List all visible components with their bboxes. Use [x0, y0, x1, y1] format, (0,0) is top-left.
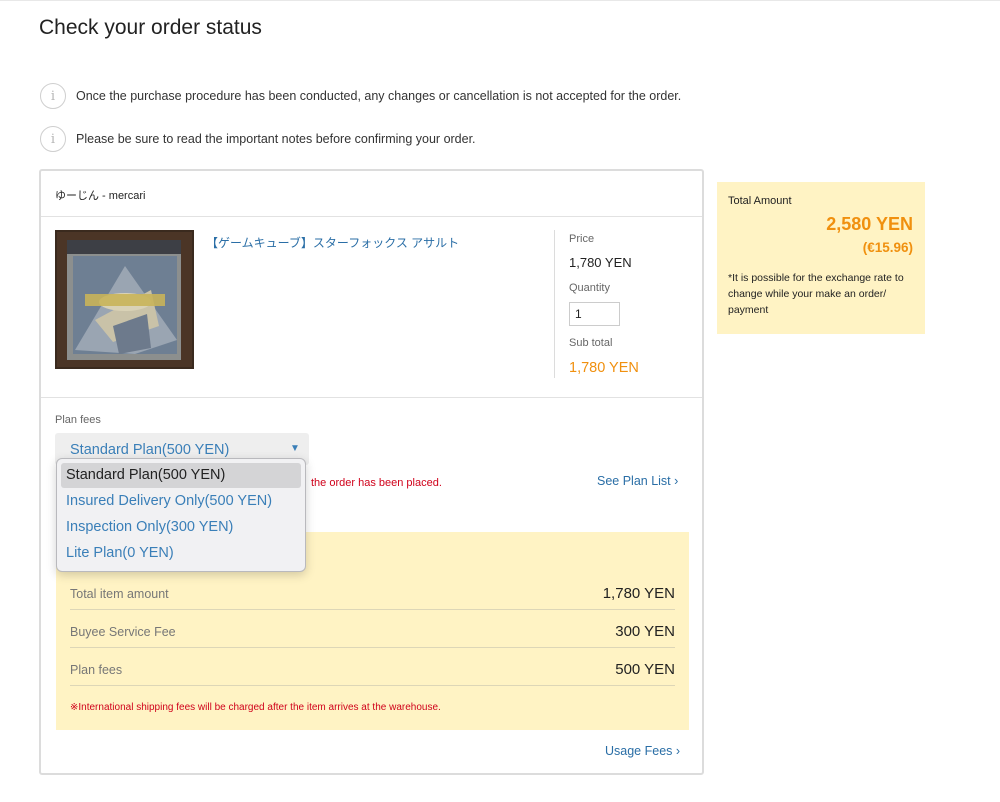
summary-row-value: 1,780 YEN [602, 585, 675, 602]
plan-option-lite[interactable]: Lite Plan(0 YEN) [61, 541, 301, 566]
product-image[interactable] [55, 230, 194, 369]
summary-row-label: Buyee Service Fee [70, 625, 176, 639]
summary-row: Plan fees 500 YEN [70, 648, 675, 686]
price-value: 1,780 YEN [569, 255, 632, 270]
notice-read-notes: i Please be sure to read the important n… [40, 126, 476, 152]
price-divider [554, 230, 555, 378]
exchange-rate-note: *It is possible for the exchange rate to… [728, 272, 904, 316]
seller-name: ゆーじん - mercari [55, 190, 146, 202]
top-divider [0, 0, 1000, 1]
subtotal-value: 1,780 YEN [569, 360, 639, 376]
notice-no-changes: i Once the purchase procedure has been c… [40, 83, 681, 109]
product-title-link[interactable]: 【ゲームキューブ】スターフォックス アサルト [206, 234, 459, 251]
plan-option-inspection[interactable]: Inspection Only(300 YEN) [61, 515, 301, 540]
shipping-fee-note: ※International shipping fees will be cha… [70, 702, 441, 713]
notice-text: Please be sure to read the important not… [76, 132, 476, 146]
summary-row-value: 500 YEN [615, 661, 675, 678]
plan-dropdown-menu: Standard Plan(500 YEN) Insured Delivery … [56, 458, 306, 572]
chevron-down-icon: ▼ [290, 443, 300, 454]
see-plan-list-link[interactable]: See Plan List › [597, 474, 678, 488]
info-icon: i [40, 126, 66, 152]
total-amount-yen: 2,580 YEN [826, 214, 913, 234]
page-title: Check your order status [39, 16, 262, 39]
quantity-input[interactable] [569, 302, 620, 326]
notice-text: Once the purchase procedure has been con… [76, 89, 682, 103]
plan-fees-label: Plan fees [55, 414, 101, 426]
summary-row-label: Total item amount [70, 587, 169, 601]
info-icon: i [40, 83, 66, 109]
summary-row-value: 300 YEN [615, 623, 675, 640]
price-label: Price [569, 233, 595, 245]
summary-row: Total item amount 1,780 YEN [70, 572, 675, 610]
section-divider [41, 397, 702, 398]
plan-select-value: Standard Plan(500 YEN) [70, 442, 230, 458]
summary-row-label: Plan fees [70, 663, 123, 677]
summary-row: Buyee Service Fee 300 YEN [70, 610, 675, 648]
quantity-label: Quantity [569, 282, 610, 294]
plan-option-insured-delivery[interactable]: Insured Delivery Only(500 YEN) [61, 489, 301, 514]
total-amount-panel: Total Amount 2,580 YEN (€15.96) *It is p… [717, 182, 925, 334]
plan-option-standard[interactable]: Standard Plan(500 YEN) [61, 463, 301, 488]
total-amount-label: Total Amount [728, 195, 792, 207]
seller-header: ゆーじん - mercari [41, 171, 702, 217]
usage-fees-link[interactable]: Usage Fees › [605, 744, 680, 758]
subtotal-label: Sub total [569, 337, 613, 349]
plan-warning-text: the order has been placed. [311, 477, 442, 489]
total-amount-eur: (€15.96) [862, 240, 913, 255]
